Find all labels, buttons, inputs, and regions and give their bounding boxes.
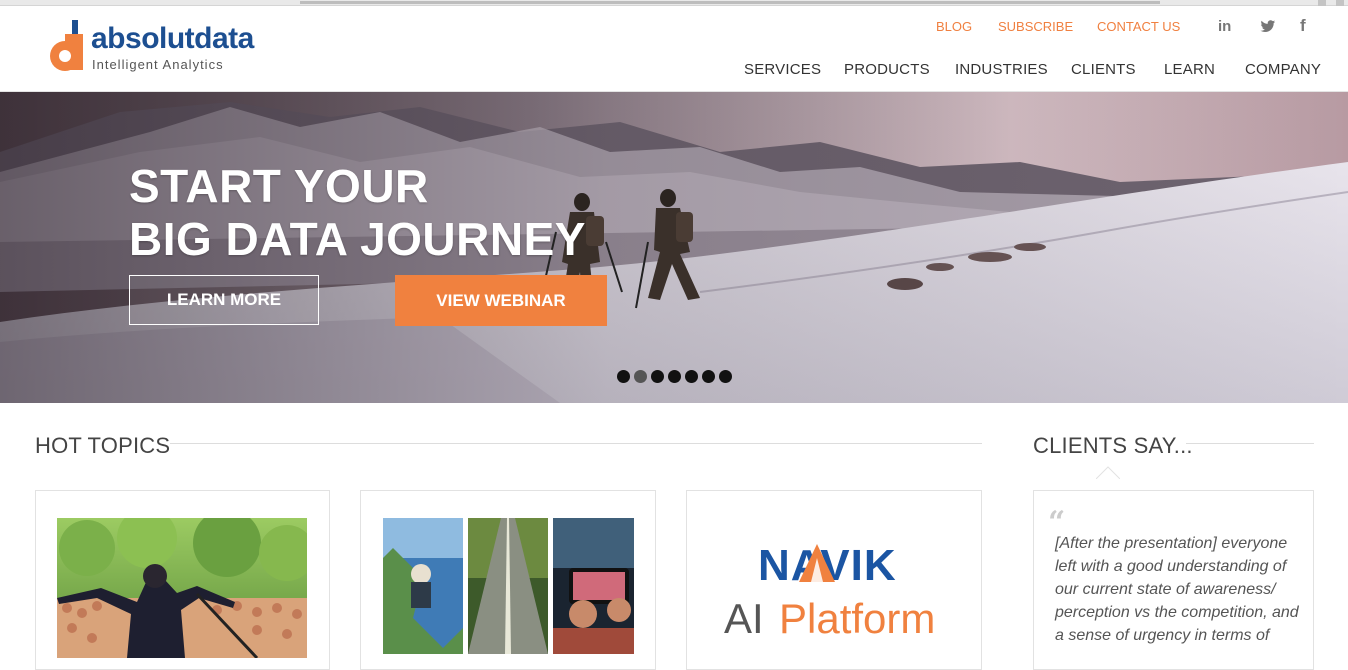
logo-name: absolutdata <box>91 22 254 55</box>
section-divider <box>170 443 982 444</box>
navik-logo-sub-2: Platform <box>779 595 936 642</box>
scroll-indicator <box>300 1 1160 4</box>
learn-more-button[interactable]: LEARN MORE <box>129 275 319 325</box>
hero-title-line-2: BIG DATA JOURNEY <box>129 213 586 265</box>
clients-say-title: CLIENTS SAY... <box>1033 433 1193 458</box>
photo-collage-image[interactable] <box>383 518 634 654</box>
nav-industries[interactable]: INDUSTRIES <box>955 61 1048 78</box>
blog-link[interactable]: BLOG <box>936 19 972 34</box>
slider-dot[interactable] <box>719 370 732 383</box>
facebook-icon[interactable]: f <box>1300 16 1306 36</box>
nav-products[interactable]: PRODUCTS <box>844 61 930 78</box>
hot-topics-title: HOT TOPICS <box>35 433 171 458</box>
view-webinar-button[interactable]: VIEW WEBINAR <box>395 275 607 326</box>
hero-title-line-1: START YOUR <box>129 160 429 212</box>
site-header: absolutdata Intelligent Analytics BLOG S… <box>0 6 1348 92</box>
slider-dot[interactable] <box>651 370 664 383</box>
concert-performer-image[interactable] <box>57 518 307 658</box>
hero-title: START YOUR BIG DATA JOURNEY <box>129 160 586 266</box>
logo-tagline: Intelligent Analytics <box>92 57 224 72</box>
contact-us-link[interactable]: CONTACT US <box>1097 19 1180 34</box>
hero-slider: START YOUR BIG DATA JOURNEY LEARN MORE V… <box>0 92 1348 403</box>
navik-logo-accent-icon <box>799 544 835 582</box>
quote-pointer-icon <box>1096 466 1120 479</box>
hot-topic-card[interactable] <box>35 490 330 670</box>
slider-dot-active[interactable] <box>634 370 647 383</box>
nav-services[interactable]: SERVICES <box>744 61 821 78</box>
section-divider <box>1186 443 1314 444</box>
nav-company[interactable]: COMPANY <box>1245 61 1321 78</box>
testimonial-text: [After the presentation] everyone left w… <box>1055 535 1299 644</box>
twitter-icon[interactable] <box>1260 20 1276 33</box>
hot-topic-card[interactable]: NAVIK AI Platform <box>686 490 982 670</box>
nav-clients[interactable]: CLIENTS <box>1071 61 1136 78</box>
logo-mark-icon <box>50 20 83 71</box>
slider-dot[interactable] <box>617 370 630 383</box>
linkedin-icon[interactable]: in <box>1218 18 1231 35</box>
hot-topic-card[interactable] <box>360 490 656 670</box>
logo[interactable]: absolutdata Intelligent Analytics <box>48 16 278 76</box>
subscribe-link[interactable]: SUBSCRIBE <box>998 19 1073 34</box>
slider-dot[interactable] <box>702 370 715 383</box>
slider-dot[interactable] <box>668 370 681 383</box>
navik-logo-sub-1: AI <box>724 595 764 642</box>
nav-learn[interactable]: LEARN <box>1164 61 1215 78</box>
testimonial-card: “ [After the presentation] everyone left… <box>1033 490 1314 670</box>
slider-dot[interactable] <box>685 370 698 383</box>
